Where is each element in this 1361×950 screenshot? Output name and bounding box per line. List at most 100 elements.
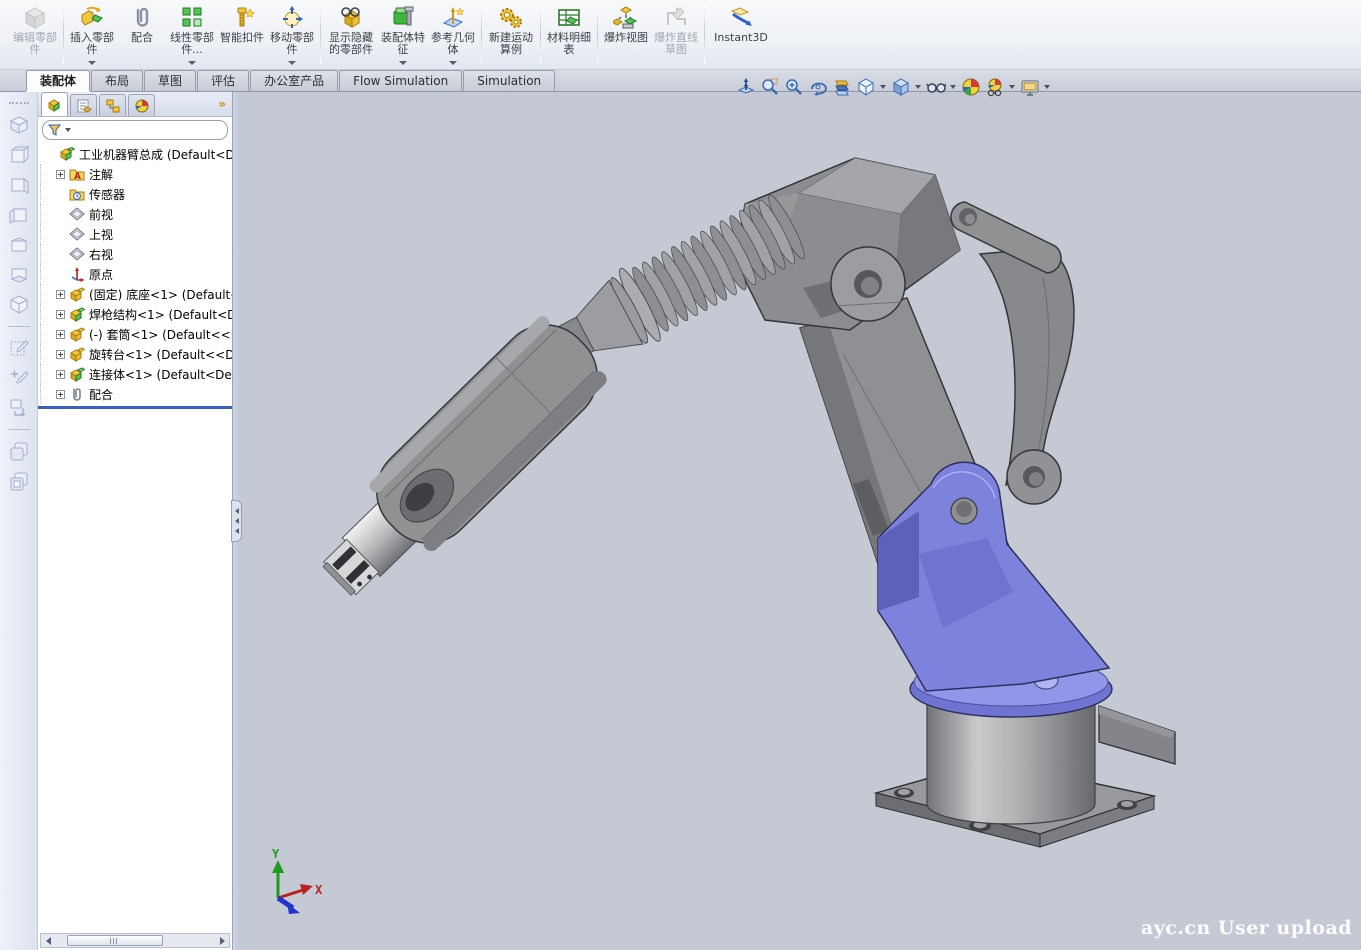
tree-filter-input[interactable] <box>42 120 228 140</box>
model-forearm-body[interactable] <box>302 306 616 617</box>
tree-item-mates[interactable]: 配合 <box>40 384 232 404</box>
view-orientation-button[interactable] <box>855 76 877 98</box>
toolbar-grip[interactable] <box>9 102 29 104</box>
tab-flow-simulation[interactable]: Flow Simulation <box>339 70 462 91</box>
show-hidden-components-icon <box>338 5 364 31</box>
tree-item-connector-component[interactable]: 连接体<1> (Default<Defaul <box>40 364 232 384</box>
exploded-view-button[interactable]: 爆炸视图 <box>601 2 651 68</box>
model-curved-link[interactable] <box>980 248 1074 504</box>
expand-toggle[interactable] <box>56 390 65 399</box>
featuremanager-tab[interactable] <box>41 92 68 116</box>
view-orientation-icon <box>856 77 876 97</box>
model-hinge-lug[interactable] <box>831 247 905 321</box>
zoom-in-out-button[interactable] <box>783 76 805 98</box>
scroll-left-arrow[interactable] <box>41 934 55 947</box>
convert-entities-icon[interactable] <box>7 396 31 420</box>
tree-item-rotary-table-component[interactable]: 旋转台<1> (Default<<Defa <box>40 344 232 364</box>
dropdown-caret-icon[interactable] <box>1044 85 1050 89</box>
tab-office-products[interactable]: 办公室产品 <box>250 70 338 91</box>
dropdown-caret-icon[interactable] <box>188 61 196 65</box>
isometric-view-icon[interactable] <box>7 293 31 317</box>
add-sketch-icon[interactable] <box>7 366 31 390</box>
model-base-wedge[interactable] <box>1099 706 1175 764</box>
propertymanager-tab[interactable] <box>70 94 97 116</box>
tree-item-front-plane[interactable]: 前视 <box>40 204 232 224</box>
mate-icon <box>129 5 155 31</box>
expand-toggle[interactable] <box>56 350 65 359</box>
reference-geometry-button[interactable]: 参考几何体 <box>428 2 478 68</box>
view-cube-icon[interactable] <box>7 263 31 287</box>
dropdown-caret-icon[interactable] <box>88 61 96 65</box>
tree-item-sleeve-component[interactable]: (-) 套筒<1> (Default<<Def <box>40 324 232 344</box>
mate-button[interactable]: 配合 <box>117 2 167 68</box>
edit-component-button[interactable]: 编辑零部件 <box>10 2 60 68</box>
instant3d-icon <box>728 5 754 31</box>
view-settings-button[interactable] <box>984 76 1006 98</box>
robot-arm-model[interactable]: Y X <box>243 92 1361 950</box>
expand-toggle[interactable] <box>56 370 65 379</box>
tab-simulation[interactable]: Simulation <box>463 70 555 91</box>
rotate-view-button[interactable] <box>807 76 829 98</box>
dropdown-caret-icon[interactable] <box>1009 85 1015 89</box>
assembly-features-button[interactable]: 装配体特征 <box>378 2 428 68</box>
tree-item-origin[interactable]: 原点 <box>40 264 232 284</box>
smart-fasteners-button[interactable]: 智能扣件 <box>217 2 267 68</box>
sketch-icon[interactable] <box>7 336 31 360</box>
panel-splitter[interactable] <box>233 92 243 950</box>
expand-toggle[interactable] <box>56 310 65 319</box>
move-component-button[interactable]: 移动零部件 <box>267 2 317 68</box>
toolbar-separator <box>481 4 482 64</box>
tab-layout[interactable]: 布局 <box>91 70 143 91</box>
tree-item-welding-gun-component[interactable]: 焊枪结构<1> (Default<Defa <box>40 304 232 324</box>
hide-show-items-button[interactable] <box>925 76 947 98</box>
apply-scene-button[interactable] <box>960 76 982 98</box>
insert-component-button[interactable]: 插入零部件 <box>67 2 117 68</box>
explode-line-sketch-button[interactable]: 爆炸直线草图 <box>651 2 701 68</box>
tree-item-sensors[interactable]: 传感器 <box>40 184 232 204</box>
displaymanager-tab[interactable] <box>128 94 155 116</box>
tree-item-root[interactable]: 工业机器臂总成 (Default<Defa <box>40 144 232 164</box>
show-hidden-components-button[interactable]: 显示隐藏的零部件 <box>324 2 378 68</box>
bill-of-materials-button[interactable]: 材料明细表 <box>544 2 594 68</box>
scroll-right-arrow[interactable] <box>215 934 229 947</box>
dropdown-caret-icon[interactable] <box>288 61 296 65</box>
view-cube-icon[interactable] <box>7 203 31 227</box>
view-cube-icon[interactable] <box>7 143 31 167</box>
view-cube-icon[interactable] <box>7 113 31 137</box>
scrollbar-thumb[interactable] <box>67 935 163 946</box>
dropdown-caret-icon[interactable] <box>449 61 457 65</box>
dropdown-caret-icon[interactable] <box>399 61 407 65</box>
panel-collapse-handle[interactable] <box>231 500 242 542</box>
dropdown-caret-icon[interactable] <box>950 85 956 89</box>
zoom-to-fit-button[interactable] <box>735 76 757 98</box>
zoom-to-area-button[interactable] <box>759 76 781 98</box>
graphics-viewport[interactable]: Y X ayc.cn User upload <box>243 92 1361 950</box>
tree-item-annotations[interactable]: A 注解 <box>40 164 232 184</box>
tab-evaluate[interactable]: 评估 <box>197 70 249 91</box>
tree-item-top-plane[interactable]: 上视 <box>40 224 232 244</box>
dropdown-caret-icon[interactable] <box>915 85 921 89</box>
section-view-button[interactable] <box>831 76 853 98</box>
panel-horizontal-scrollbar[interactable] <box>40 933 230 948</box>
dropdown-caret-icon[interactable] <box>880 85 886 89</box>
panel-overflow-chevron[interactable]: » <box>218 97 226 111</box>
view-cube-icon[interactable] <box>7 233 31 257</box>
tree-item-right-plane[interactable]: 右视 <box>40 244 232 264</box>
expand-toggle[interactable] <box>56 290 65 299</box>
button-label: 编辑零部件 <box>10 32 60 56</box>
expand-toggle[interactable] <box>56 170 65 179</box>
new-motion-study-button[interactable]: 新建运动算例 <box>485 2 537 68</box>
linear-component-pattern-button[interactable]: 线性零部件... <box>167 2 217 68</box>
tab-assembly[interactable]: 装配体 <box>26 70 90 91</box>
instant3d-button[interactable]: Instant3D <box>708 2 774 68</box>
copy-stack-icon[interactable] <box>7 439 31 463</box>
tab-sketch[interactable]: 草图 <box>144 70 196 91</box>
copy-stack-icon[interactable] <box>7 469 31 493</box>
filter-caret-icon[interactable] <box>65 128 71 132</box>
expand-toggle[interactable] <box>56 330 65 339</box>
camera-view-button[interactable] <box>1019 76 1041 98</box>
tree-item-base-component[interactable]: (固定) 底座<1> (Default<<D <box>40 284 232 304</box>
view-cube-icon[interactable] <box>7 173 31 197</box>
configurationmanager-tab[interactable] <box>99 94 126 116</box>
display-style-button[interactable] <box>890 76 912 98</box>
